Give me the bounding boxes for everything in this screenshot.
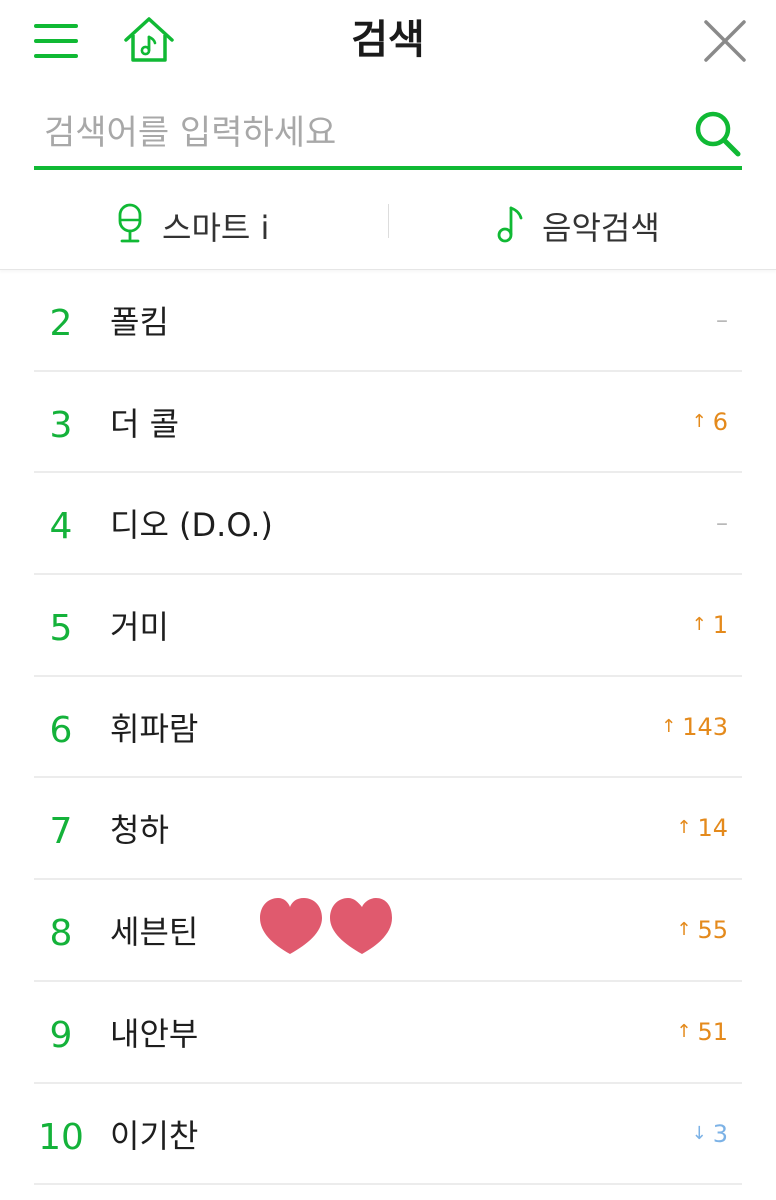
change-arrow-icon: ↑	[661, 715, 677, 737]
mode-divider	[388, 204, 389, 238]
close-icon[interactable]	[702, 18, 748, 64]
change-value: 55	[697, 916, 728, 945]
change-arrow-icon: ↑	[676, 919, 692, 941]
rank-change: ↑ 6	[692, 372, 728, 472]
microphone-icon	[114, 203, 146, 249]
change-arrow-icon: ↑	[676, 817, 692, 839]
music-note-icon	[494, 203, 526, 249]
rank-number: 2	[49, 303, 73, 344]
change-arrow-icon: ↑	[691, 614, 707, 636]
change-value: 143	[682, 712, 728, 741]
change-value: 51	[697, 1017, 728, 1046]
music-search-label: 음악검색	[542, 209, 660, 247]
smart-i-label: 스마트 i	[162, 209, 270, 247]
heart-icon	[260, 898, 322, 954]
list-item[interactable]: 4 디오 (D.O.) –	[34, 473, 742, 576]
rank-change: –	[710, 473, 728, 573]
item-name: 거미	[110, 608, 169, 647]
rank-number: 8	[49, 913, 73, 955]
change-arrow-icon: ↓	[691, 1122, 707, 1144]
item-name: 내안부	[110, 1014, 199, 1053]
rank-number: 3	[49, 404, 73, 446]
item-name: 폴킴	[110, 303, 169, 341]
rank-change: ↑ 55	[676, 880, 728, 980]
heart-icon	[330, 898, 392, 954]
item-name: 휘파람	[110, 709, 199, 748]
item-name: 세븐틴	[110, 913, 199, 952]
list-item[interactable]: 3 더 콜 ↑ 6	[34, 372, 742, 474]
change-value: 6	[712, 407, 728, 436]
search-mode-bar: 스마트 i 음악검색	[0, 182, 776, 270]
heart-stickers	[258, 896, 394, 956]
rank-number: 5	[49, 608, 73, 650]
list-item[interactable]: 6 휘파람 ↑ 143	[34, 677, 742, 779]
smart-i-button[interactable]: 스마트 i	[114, 196, 269, 256]
list-item[interactable]: 9 내안부 ↑ 51	[34, 982, 742, 1084]
page-title: 검색	[351, 17, 425, 63]
item-name: 청하	[110, 811, 169, 850]
change-value: 14	[697, 814, 728, 843]
rank-number: 7	[49, 811, 73, 853]
change-value: –	[716, 306, 728, 334]
search-icon[interactable]	[692, 108, 744, 160]
rank-change: ↑ 51	[676, 982, 728, 1082]
rank-change: –	[710, 270, 728, 370]
change-arrow-icon: ↑	[676, 1020, 692, 1042]
change-value: –	[716, 509, 728, 538]
list-item[interactable]: 10 이기찬 ↓ 3	[34, 1084, 742, 1186]
rank-number: 4	[49, 506, 73, 548]
change-value: 1	[712, 611, 728, 640]
rank-number: 9	[49, 1014, 73, 1056]
list-item[interactable]: 2 폴킴 –	[34, 270, 742, 372]
hamburger-menu-icon[interactable]	[34, 22, 80, 60]
rank-change: ↑ 14	[676, 778, 728, 878]
item-name: 디오 (D.O.)	[110, 506, 273, 545]
rank-change: ↑ 143	[661, 677, 728, 777]
rank-number: 6	[49, 709, 73, 751]
change-arrow-icon: ↑	[691, 410, 707, 432]
rank-number: 10	[38, 1116, 84, 1158]
list-item[interactable]: 7 청하 ↑ 14	[34, 778, 742, 881]
music-home-icon[interactable]	[122, 16, 176, 64]
music-search-button[interactable]: 음악검색	[494, 196, 660, 256]
item-name: 더 콜	[110, 404, 180, 443]
app-header: 검색	[0, 0, 776, 90]
list-item[interactable]: 5 거미 ↑ 1	[34, 575, 742, 677]
change-value: 3	[712, 1119, 728, 1148]
rank-change: ↑ 1	[692, 575, 728, 675]
item-name: 이기찬	[110, 1116, 199, 1155]
search-input[interactable]	[44, 108, 684, 158]
rank-change: ↓ 3	[692, 1084, 728, 1184]
search-bar	[34, 100, 742, 170]
ranking-list: 2 폴킴 – 3 더 콜 ↑ 6 4 디오 (D.O.) – 5 거미 ↑ 1 6 …	[34, 270, 742, 1186]
